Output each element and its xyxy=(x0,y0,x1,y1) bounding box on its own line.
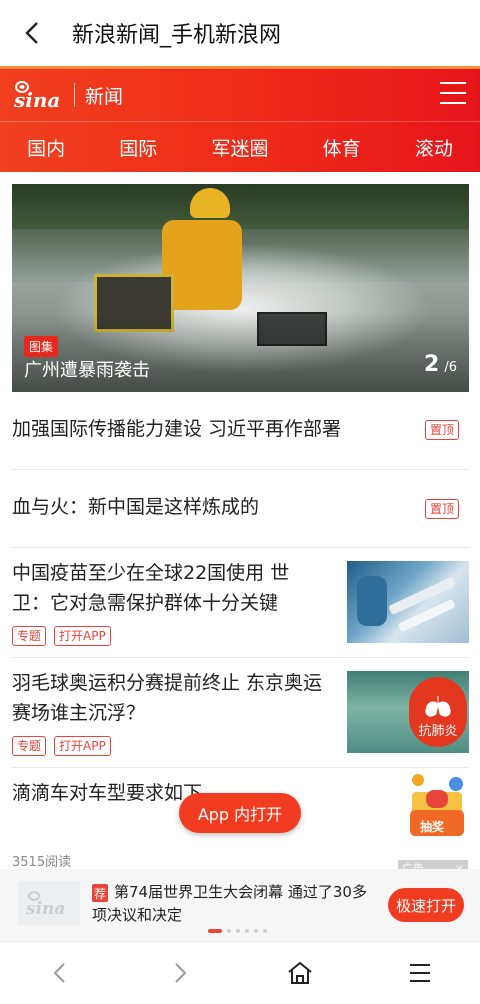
hero-caption: 广州遭暴雨袭击 xyxy=(24,360,150,381)
carousel-dot xyxy=(254,929,258,933)
lungs-icon xyxy=(425,696,451,717)
back-button[interactable] xyxy=(0,0,66,66)
carousel-dot xyxy=(263,929,267,933)
pinned-badge: 置顶 xyxy=(424,499,459,519)
gallery-tag: 图集 xyxy=(24,336,59,357)
carousel-dot-active xyxy=(208,929,222,933)
banner-sina-logo: sina xyxy=(18,881,80,925)
channel-nav: 国内 国际 军迷圈 体育 滚动 xyxy=(0,121,480,172)
sina-logo[interactable]: sina xyxy=(12,78,64,112)
logo-row: sina 新闻 xyxy=(0,69,480,121)
news-headline: 血与火：新中国是这样炼成的 xyxy=(12,496,260,518)
news-item[interactable]: 中国疫苗至少在全球22国使用 世卫：它对急需保护群体十分关键 专题 打开APP xyxy=(12,558,469,648)
news-item[interactable]: 羽毛球奥运积分赛提前终止 东京奥运赛场谁主沉浮？ 专题 打开APP 抗肺炎 xyxy=(12,668,469,758)
browser-menu-button[interactable] xyxy=(400,953,440,993)
divider xyxy=(12,547,469,548)
sina-logo-icon: sina xyxy=(13,81,60,112)
channel-title: 新闻 xyxy=(85,85,124,108)
nav-tab-military[interactable]: 军迷圈 xyxy=(211,134,268,161)
news-tags: 专题 打开APP xyxy=(12,736,111,756)
lottery-label: 抽奖 xyxy=(420,820,445,834)
read-count: 3515阅读 xyxy=(12,855,72,870)
open-in-app-button[interactable]: App 内打开 xyxy=(179,793,301,833)
gallery-total: /6 xyxy=(444,360,457,375)
nav-tab-domestic[interactable]: 国内 xyxy=(27,134,65,161)
open-app-tag[interactable]: 打开APP xyxy=(54,626,111,646)
browser-title-bar: 新浪新闻_手机新浪网 xyxy=(0,0,480,66)
news-thumbnail[interactable] xyxy=(347,561,469,643)
news-thumbnail[interactable]: 抗肺炎 xyxy=(347,671,469,753)
nav-tab-rolling[interactable]: 滚动 xyxy=(415,134,453,161)
fast-open-button[interactable]: 极速打开 xyxy=(388,888,464,922)
browser-bottom-nav xyxy=(0,941,480,1004)
menu-icon[interactable] xyxy=(440,81,466,105)
topic-tag[interactable]: 专题 xyxy=(12,626,47,646)
news-item[interactable]: 加强国际传播能力建设 习近平再作部署 置顶 xyxy=(12,414,469,444)
nav-tab-international[interactable]: 国际 xyxy=(119,134,157,161)
vaccine-image-icon xyxy=(357,576,455,632)
menu-icon xyxy=(410,964,430,982)
gallery-counter: 2 /6 xyxy=(424,352,457,377)
browser-forward-button[interactable] xyxy=(160,953,200,993)
news-tags: 专题 打开APP xyxy=(12,626,111,646)
chevron-left-icon xyxy=(53,963,65,983)
nav-tab-sports[interactable]: 体育 xyxy=(323,134,361,161)
pinned-badge: 置顶 xyxy=(424,420,459,440)
hero-rider-body xyxy=(162,220,242,310)
sina-header: sina 新闻 国内 国际 军迷圈 体育 滚动 xyxy=(0,66,480,172)
topic-tag[interactable]: 专题 xyxy=(12,736,47,756)
logo-divider xyxy=(74,83,75,107)
news-item[interactable]: 血与火：新中国是这样炼成的 置顶 xyxy=(12,492,469,522)
anti-pneumonia-label: 抗肺炎 xyxy=(418,724,458,739)
svg-text:sina: sina xyxy=(13,88,60,112)
news-headline: 羽毛球奥运积分赛提前终止 东京奥运赛场谁主沉浮？ xyxy=(12,672,323,724)
chevron-right-icon xyxy=(175,963,187,983)
carousel-dot xyxy=(236,929,240,933)
gallery-current: 2 xyxy=(423,352,440,377)
divider xyxy=(12,469,469,470)
sina-logo-icon: sina xyxy=(25,891,65,918)
browser-home-button[interactable] xyxy=(280,953,320,993)
hero-gallery[interactable]: 图集 广州遭暴雨袭击 2 /6 xyxy=(12,184,469,392)
anti-pneumonia-badge: 抗肺炎 xyxy=(409,677,467,747)
news-headline: 加强国际传播能力建设 习近平再作部署 xyxy=(12,418,342,440)
page-title: 新浪新闻_手机新浪网 xyxy=(72,23,282,48)
home-icon xyxy=(288,961,312,984)
hero-bg-trees xyxy=(12,184,469,229)
browser-back-button[interactable] xyxy=(40,953,80,993)
banner-headline[interactable]: 第74届世界卫生大会闭幕 通过了30多项决议和决定 xyxy=(92,881,374,927)
carousel-dots xyxy=(208,929,267,933)
open-app-tag[interactable]: 打开APP xyxy=(54,736,111,756)
lottery-widget[interactable]: 抽奖 xyxy=(404,770,470,840)
divider xyxy=(12,657,469,658)
svg-text:sina: sina xyxy=(25,899,65,918)
carousel-dot xyxy=(227,929,231,933)
chevron-left-icon xyxy=(25,22,38,44)
news-headline: 中国疫苗至少在全球22国使用 世卫：它对急需保护群体十分关键 xyxy=(12,562,290,614)
carousel-dot xyxy=(245,929,249,933)
divider xyxy=(12,767,469,768)
